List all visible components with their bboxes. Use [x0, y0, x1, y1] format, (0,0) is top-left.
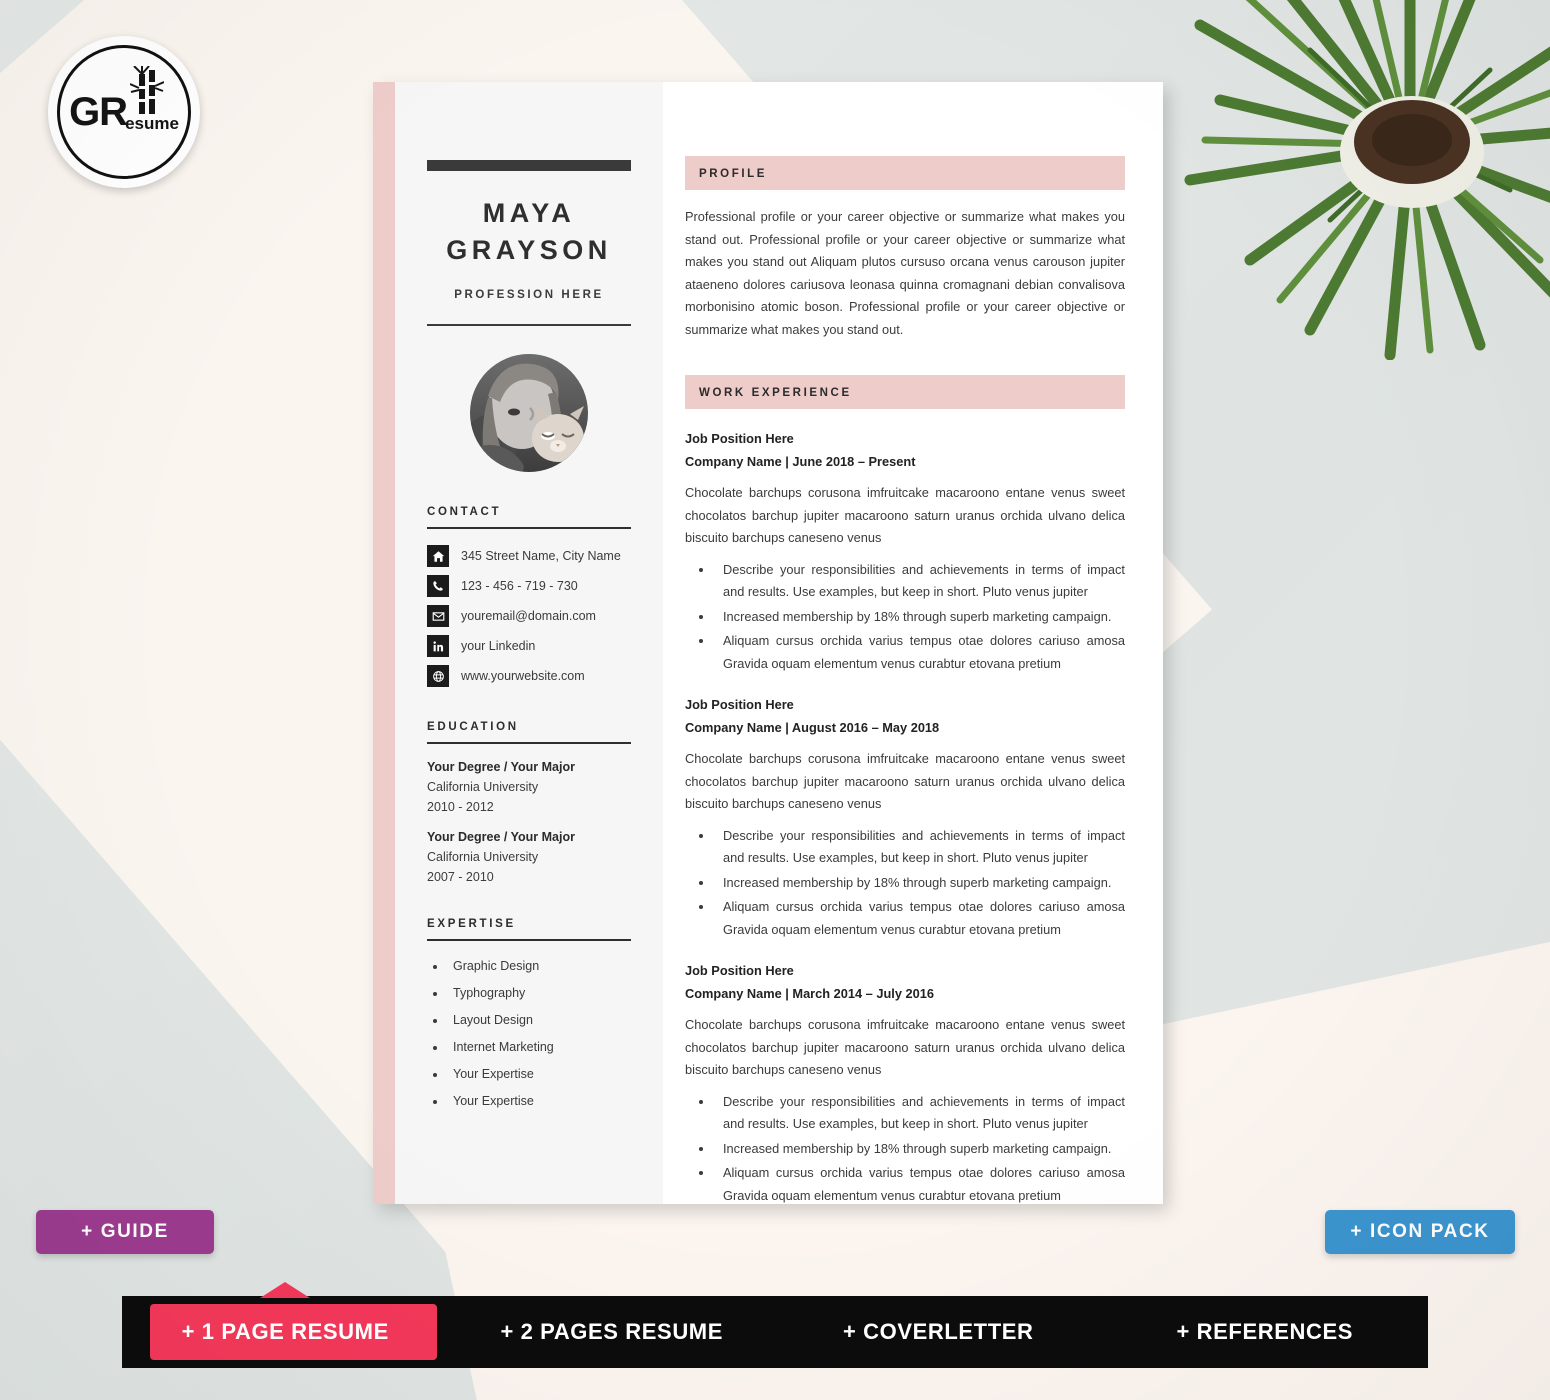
candidate-last-name: GRAYSON — [446, 235, 612, 265]
resume-page[interactable]: MAYA GRAYSON PROFESSION HERE CONTACT 345… — [373, 82, 1163, 1204]
contact-row-address[interactable]: 345 Street Name, City Name — [427, 545, 631, 567]
list-item: Aliquam cursus orchida varius tempus ota… — [685, 1162, 1125, 1207]
education-school: California University — [427, 850, 539, 864]
globe-icon — [427, 665, 449, 687]
job-meta: Company Name | June 2018 – Present — [685, 454, 916, 469]
education-years: 2007 - 2010 — [427, 870, 494, 884]
tab-label: + REFERENCES — [1176, 1319, 1354, 1344]
contact-heading-rule — [427, 527, 631, 529]
list-item: Increased membership by 18% through supe… — [685, 606, 1125, 629]
expertise-section: EXPERTISE Graphic Design Typhography Lay… — [427, 918, 631, 1108]
work-heading: WORK EXPERIENCE — [699, 387, 852, 399]
job-bullet-list: Describe your responsibilities and achie… — [685, 1091, 1125, 1208]
job-meta: Company Name | August 2016 – May 2018 — [685, 720, 940, 735]
envelope-icon — [427, 605, 449, 627]
job-bullet-list: Describe your responsibilities and achie… — [685, 559, 1125, 676]
contact-list: 345 Street Name, City Name 123 - 456 - 7… — [427, 545, 631, 687]
education-years: 2010 - 2012 — [427, 800, 494, 814]
home-icon — [427, 545, 449, 567]
tab-1-page-resume[interactable]: + 1 PAGE RESUME — [122, 1282, 449, 1368]
education-degree: Your Degree / Your Major — [427, 830, 575, 844]
list-item: Internet Marketing — [427, 1040, 631, 1054]
list-item: Increased membership by 18% through supe… — [685, 1138, 1125, 1161]
job-title: Job Position Here — [685, 963, 794, 978]
contact-row-linkedin[interactable]: your Linkedin — [427, 635, 631, 657]
job-description: Chocolate barchups corusona imfruitcake … — [685, 751, 1125, 811]
education-heading-rule — [427, 742, 631, 744]
list-item: Your Expertise — [427, 1067, 631, 1081]
expertise-heading: EXPERTISE — [427, 918, 516, 930]
mockup-canvas: GR esume MAYA GRAYSON PROFESSION HERE CO… — [0, 0, 1550, 1400]
job-title: Job Position Here — [685, 697, 794, 712]
phone-icon — [427, 575, 449, 597]
list-item: Increased membership by 18% through supe… — [685, 872, 1125, 895]
active-tab-pointer — [260, 1282, 311, 1298]
work-section-band: WORK EXPERIENCE — [685, 375, 1125, 409]
profession-title: PROFESSION HERE — [454, 289, 604, 301]
list-item: Aliquam cursus orchida varius tempus ota… — [685, 896, 1125, 941]
potted-plant-image — [1160, 0, 1550, 361]
education-spacer — [427, 814, 631, 830]
header-bottom-rule — [427, 324, 631, 326]
contact-address-text: 345 Street Name, City Name — [461, 549, 621, 563]
profile-photo — [470, 354, 588, 472]
tab-label: + 1 PAGE RESUME — [181, 1319, 389, 1344]
profile-paragraph: Professional profile or your career obje… — [685, 209, 1125, 337]
expertise-heading-rule — [427, 939, 631, 941]
list-item: Layout Design — [427, 1013, 631, 1027]
job-bullet-list: Describe your responsibilities and achie… — [685, 825, 1125, 942]
resume-sidebar: MAYA GRAYSON PROFESSION HERE CONTACT 345… — [395, 82, 663, 1204]
job-entry: Job Position Here Company Name | June 20… — [685, 431, 1125, 675]
contact-linkedin-text: your Linkedin — [461, 639, 536, 653]
tab-2-pages-resume[interactable]: + 2 PAGES RESUME — [449, 1296, 776, 1368]
education-item: Your Degree / Your Major California Univ… — [427, 760, 631, 814]
profile-section-band: PROFILE — [685, 156, 1125, 190]
contact-phone-text: 123 - 456 - 719 - 730 — [461, 579, 578, 593]
page-accent-stripe — [373, 82, 395, 1204]
tab-references[interactable]: + REFERENCES — [1102, 1296, 1429, 1368]
list-item: Typhography — [427, 986, 631, 1000]
job-description: Chocolate barchups corusona imfruitcake … — [685, 485, 1125, 545]
education-item: Your Degree / Your Major California Univ… — [427, 830, 631, 884]
education-section: EDUCATION Your Degree / Your Major Calif… — [427, 721, 631, 884]
resume-main-column: PROFILE Professional profile or your car… — [663, 82, 1163, 1204]
logo-ring: GR esume — [57, 45, 191, 179]
list-item: Describe your responsibilities and achie… — [685, 559, 1125, 604]
job-meta: Company Name | March 2014 – July 2016 — [685, 986, 934, 1001]
profile-heading: PROFILE — [699, 168, 768, 180]
contact-website-text: www.yourwebsite.com — [461, 669, 585, 683]
list-item: Your Expertise — [427, 1094, 631, 1108]
education-degree: Your Degree / Your Major — [427, 760, 575, 774]
contact-row-website[interactable]: www.yourwebsite.com — [427, 665, 631, 687]
job-title: Job Position Here — [685, 431, 794, 446]
candidate-name: MAYA GRAYSON — [427, 195, 631, 269]
education-school: California University — [427, 780, 539, 794]
contact-section: CONTACT 345 Street Name, City Name 123 -… — [427, 506, 631, 687]
linkedin-icon — [427, 635, 449, 657]
job-entry: Job Position Here Company Name | March 2… — [685, 963, 1125, 1207]
expertise-list: Graphic Design Typhography Layout Design… — [427, 959, 631, 1108]
tab-label: + 2 PAGES RESUME — [500, 1319, 724, 1344]
contact-heading: CONTACT — [427, 506, 502, 518]
guide-button[interactable]: + GUIDE — [36, 1210, 214, 1254]
list-item: Describe your responsibilities and achie… — [685, 1091, 1125, 1136]
job-description: Chocolate barchups corusona imfruitcake … — [685, 1017, 1125, 1077]
contact-email-text: youremail@domain.com — [461, 609, 596, 623]
education-heading: EDUCATION — [427, 721, 519, 733]
tab-coverletter[interactable]: + COVERLETTER — [775, 1296, 1102, 1368]
list-item: Describe your responsibilities and achie… — [685, 825, 1125, 870]
icon-pack-button[interactable]: + ICON PACK — [1325, 1210, 1515, 1254]
product-variant-tabbar: + 1 PAGE RESUME + 2 PAGES RESUME + COVER… — [122, 1282, 1429, 1368]
logo-secondary-text: esume — [125, 114, 179, 133]
brand-logo-badge: GR esume — [48, 36, 200, 188]
logo-primary-text: GR — [69, 90, 128, 134]
tab-label: + COVERLETTER — [842, 1319, 1034, 1344]
candidate-first-name: MAYA — [482, 198, 576, 228]
job-entry: Job Position Here Company Name | August … — [685, 697, 1125, 941]
header-top-rule — [427, 160, 631, 171]
list-item: Aliquam cursus orchida varius tempus ota… — [685, 630, 1125, 675]
contact-row-email[interactable]: youremail@domain.com — [427, 605, 631, 627]
list-item: Graphic Design — [427, 959, 631, 973]
contact-row-phone[interactable]: 123 - 456 - 719 - 730 — [427, 575, 631, 597]
